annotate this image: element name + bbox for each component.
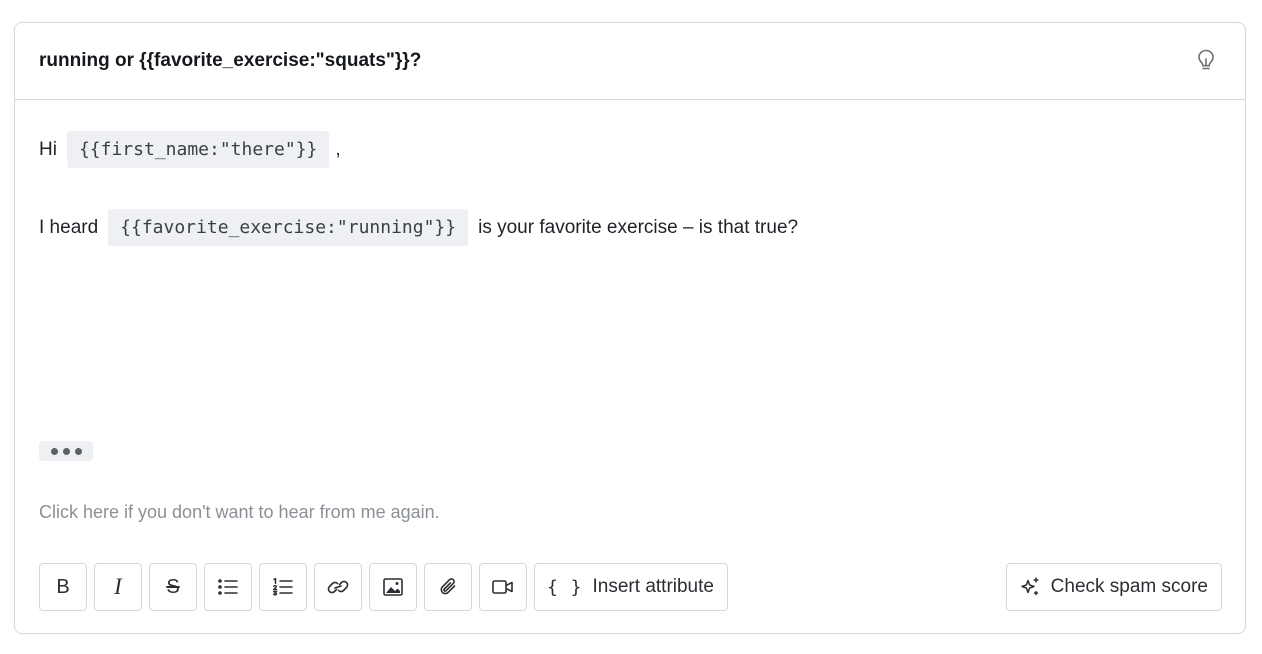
check-spam-score-button[interactable]: Check spam score: [1005, 563, 1222, 611]
paperclip-icon: [440, 578, 456, 595]
link-icon: [327, 580, 349, 594]
insert-attribute-label: Insert attribute: [592, 576, 714, 597]
link-button[interactable]: [314, 563, 362, 611]
dot: [74, 447, 82, 455]
insert-attribute-button[interactable]: { } Insert attribute: [534, 563, 728, 611]
check-spam-score-label: Check spam score: [1050, 576, 1208, 597]
show-trimmed-content-button[interactable]: [39, 441, 93, 461]
image-icon: [383, 578, 403, 596]
subject-bar[interactable]: running or {{favorite_exercise:"squats"}…: [15, 23, 1245, 100]
italic-icon: I: [114, 574, 122, 599]
message-suffix: is your favorite exercise – is that true…: [478, 216, 799, 238]
greeting-prefix: Hi: [39, 138, 57, 160]
italic-button[interactable]: I: [94, 563, 142, 611]
subject-line[interactable]: running or {{favorite_exercise:"squats"}…: [39, 50, 421, 72]
email-editor: running or {{favorite_exercise:"squats"}…: [14, 22, 1246, 634]
first-name-attribute-chip[interactable]: {{first_name:"there"}}: [66, 131, 330, 168]
image-button[interactable]: [369, 563, 417, 611]
video-button[interactable]: [479, 563, 527, 611]
video-icon: [492, 580, 513, 594]
sparkle-icon: [1020, 577, 1039, 596]
message-line: I heard {{favorite_exercise:"running"}} …: [39, 209, 798, 246]
unsubscribe-text[interactable]: Click here if you don't want to hear fro…: [39, 502, 440, 523]
lightbulb-icon[interactable]: [1195, 48, 1217, 72]
dot: [50, 447, 58, 455]
strikethrough-icon: S: [166, 575, 180, 598]
bullet-list-button[interactable]: [204, 563, 252, 611]
braces-icon: { }: [547, 576, 583, 598]
bold-button[interactable]: B: [39, 563, 87, 611]
message-prefix: I heard: [39, 216, 99, 238]
exercise-attribute-chip[interactable]: {{favorite_exercise:"running"}}: [108, 209, 469, 246]
bullet-list-icon: [218, 579, 238, 595]
dot: [62, 447, 70, 455]
attachment-button[interactable]: [424, 563, 472, 611]
formatting-toolbar: B I S {} Insert attribute: [39, 563, 728, 611]
strikethrough-button[interactable]: S: [149, 563, 197, 611]
numbered-list-icon: [273, 578, 293, 596]
numbered-list-button[interactable]: [259, 563, 307, 611]
greeting-suffix: ,: [335, 138, 341, 160]
greeting-line: Hi {{first_name:"there"}} ,: [39, 131, 341, 168]
bold-icon: B: [56, 575, 70, 598]
